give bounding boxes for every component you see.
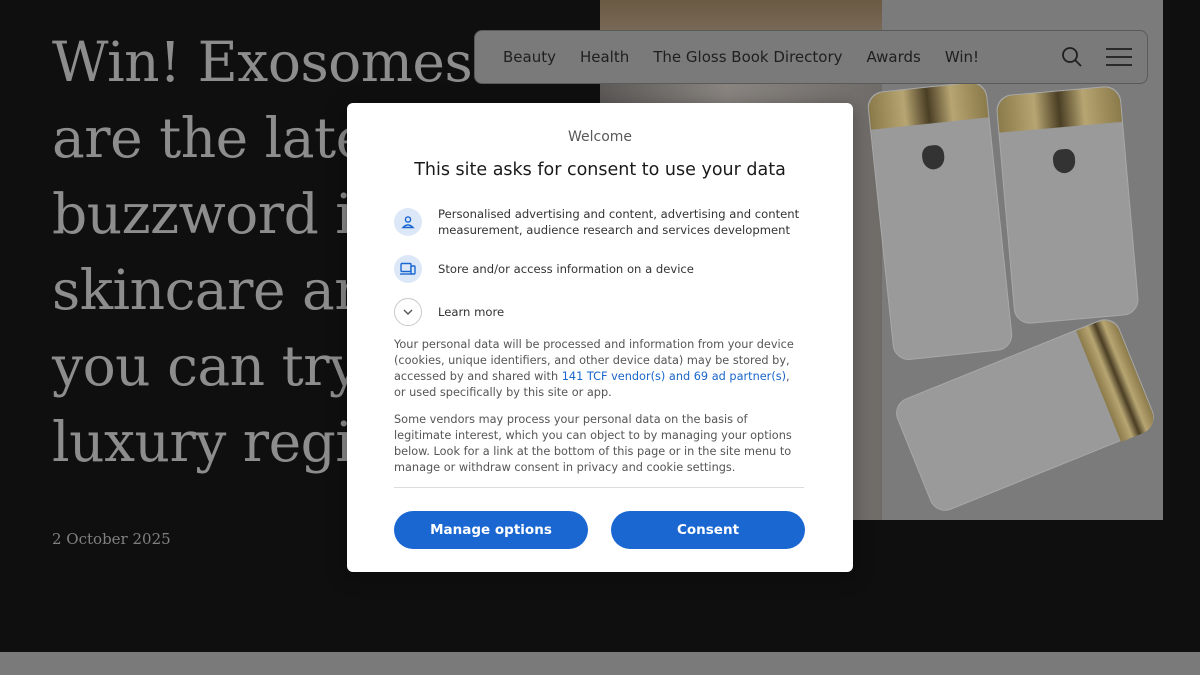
purpose-text: Personalised advertising and content, ad… [438,207,800,237]
data-processing-notice: Your personal data will be processed and… [394,337,804,401]
nav-item-win[interactable]: Win! [945,48,979,66]
purpose-text: Store and/or access information on a dev… [438,262,694,276]
learn-more-label[interactable]: Learn more [438,304,808,320]
learn-more-toggle[interactable]: Learn more [394,298,808,326]
site-navbar: Beauty Health The Gloss Book Directory A… [474,30,1148,84]
manage-options-button[interactable]: Manage options [394,511,588,549]
dialog-divider [394,487,804,488]
product-bottle-face-cream [995,84,1140,326]
nav-item-gloss-book-directory[interactable]: The Gloss Book Directory [653,48,842,66]
purpose-personalised-advertising: Personalised advertising and content, ad… [394,206,808,238]
nav-item-health[interactable]: Health [580,48,629,66]
product-bottle-cleanser [866,80,1014,362]
footer-band [0,652,1200,675]
article-date: 2 October 2025 [52,530,171,548]
dialog-heading: This site asks for consent to use your d… [414,160,786,180]
search-icon[interactable] [1061,46,1083,68]
consent-button[interactable]: Consent [611,511,805,549]
person-icon [394,208,422,236]
vendor-partners-link[interactable]: 141 TCF vendor(s) and 69 ad partner(s) [562,370,786,383]
legitimate-interest-notice: Some vendors may process your personal d… [394,413,792,474]
consent-dialog: Welcome This site asks for consent to us… [347,103,853,572]
purpose-store-access: Store and/or access information on a dev… [394,255,808,283]
chevron-down-icon[interactable] [394,298,422,326]
menu-icon[interactable] [1105,47,1133,67]
devices-icon [394,255,422,283]
dialog-welcome: Welcome [567,129,633,145]
nav-item-awards[interactable]: Awards [867,48,921,66]
nav-item-beauty[interactable]: Beauty [503,48,556,66]
